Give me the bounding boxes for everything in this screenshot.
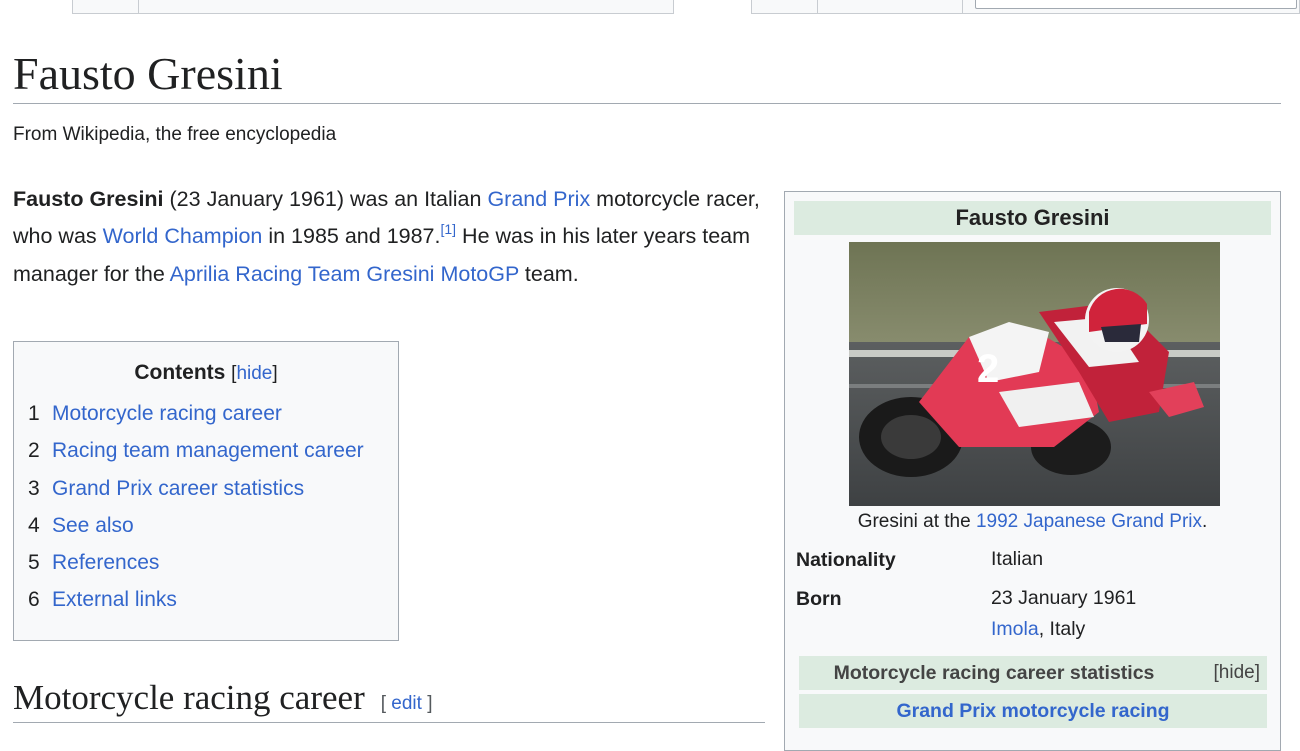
- subject-name: Fausto Gresini: [13, 187, 164, 211]
- born-place-rest: , Italy: [1038, 618, 1086, 640]
- link-grand-prix[interactable]: Grand Prix: [487, 187, 590, 211]
- gp-racing-header: Grand Prix motorcycle racing: [799, 694, 1267, 728]
- link-1992-japanese-grand-prix[interactable]: 1992 Japanese Grand Prix: [976, 511, 1202, 532]
- toc-item-grand-prix-career-statistics[interactable]: 3 Grand Prix career statistics: [28, 475, 364, 512]
- section-title: Motorcycle racing career: [13, 678, 365, 717]
- edit-section: [ edit ]: [381, 693, 433, 714]
- career-stats-hide-toggle[interactable]: [hide]: [1214, 660, 1260, 686]
- lead-paragraph: Fausto Gresini (23 January 1961) was an …: [13, 181, 773, 293]
- infobox: Fausto Gresini 2 Gresini at the 1992 Jap…: [784, 191, 1281, 751]
- lead-text: team.: [518, 261, 579, 286]
- infobox-photo[interactable]: 2: [849, 242, 1220, 506]
- page-title: Fausto Gresini: [13, 48, 283, 99]
- toc-item-motorcycle-racing-career[interactable]: 1 Motorcycle racing career: [28, 400, 364, 437]
- bracket: ]: [272, 363, 278, 384]
- nationality-label: Nationality: [796, 549, 896, 571]
- toc-number: 5: [28, 551, 40, 575]
- lead-text: in 1985 and 1987.: [262, 224, 441, 249]
- born-label: Born: [796, 588, 842, 610]
- toc-link[interactable]: See also: [52, 514, 134, 537]
- reference-1[interactable]: [1]: [441, 221, 457, 237]
- toc-link[interactable]: References: [52, 551, 159, 574]
- lead-text: (23 January 1961) was an Italian: [163, 187, 488, 211]
- toc-list: 1 Motorcycle racing career 2 Racing team m…: [28, 400, 364, 624]
- toc-number: 2: [28, 439, 40, 463]
- svg-text:2: 2: [977, 347, 999, 391]
- link-motogp[interactable]: MotoGP: [440, 262, 518, 286]
- section-divider: [13, 722, 765, 723]
- namespace-tabs: [72, 0, 674, 14]
- infobox-caption: Gresini at the 1992 Japanese Grand Prix.: [785, 510, 1280, 534]
- toc-link[interactable]: Motorcycle racing career: [52, 402, 282, 425]
- link-aprilia-racing-team[interactable]: Aprilia Racing Team Gresini: [170, 262, 435, 286]
- toc-number: 4: [28, 513, 40, 537]
- edit-section-link[interactable]: edit: [391, 693, 422, 714]
- career-stats-title: Motorcycle racing career statistics: [833, 662, 1155, 684]
- table-of-contents: Contents [hide] 1 Motorcycle racing caree…: [13, 341, 399, 641]
- toc-item-see-also[interactable]: 4 See also: [28, 512, 364, 549]
- bracket: ]: [427, 693, 433, 714]
- site-tagline: From Wikipedia, the free encyclopedia: [13, 124, 337, 145]
- born-value: 23 January 1961 Imola, Italy: [991, 583, 1136, 645]
- toc-item-external-links[interactable]: 6 External links: [28, 586, 364, 623]
- born-place: Imola, Italy: [991, 614, 1136, 645]
- search-input[interactable]: [975, 0, 1297, 9]
- link-world-champion[interactable]: World Champion: [103, 224, 263, 248]
- tab-divider: [962, 0, 963, 13]
- toc-number: 1: [28, 402, 40, 425]
- tab-divider: [138, 0, 139, 13]
- toc-hide-link[interactable]: hide: [236, 363, 272, 384]
- born-date: 23 January 1961: [991, 587, 1137, 609]
- infobox-title: Fausto Gresini: [794, 201, 1271, 235]
- toc-title: Contents: [134, 361, 226, 384]
- toc-link[interactable]: External links: [52, 588, 177, 611]
- caption-text: .: [1202, 511, 1208, 532]
- toc-item-racing-team-management-career[interactable]: 2 Racing team management career: [28, 437, 364, 474]
- link-grand-prix-motorcycle-racing[interactable]: Grand Prix motorcycle racing: [896, 700, 1169, 722]
- tab-divider: [817, 0, 818, 13]
- section-heading: Motorcycle racing career [ edit ]: [13, 676, 433, 726]
- toc-item-references[interactable]: 5 References: [28, 549, 364, 586]
- toc-number: 6: [28, 588, 40, 612]
- title-divider: [13, 103, 1281, 104]
- toc-header: Contents [hide]: [14, 360, 398, 387]
- bracket: [: [380, 693, 387, 714]
- nationality-value: Italian: [991, 548, 1044, 570]
- career-stats-header: Motorcycle racing career statistics [hid…: [799, 656, 1267, 690]
- toc-link[interactable]: Racing team management career: [52, 439, 364, 462]
- caption-text: Gresini at the: [857, 511, 976, 532]
- toc-number: 3: [28, 476, 40, 500]
- toc-link[interactable]: Grand Prix career statistics: [52, 477, 304, 500]
- link-imola[interactable]: Imola: [991, 618, 1039, 640]
